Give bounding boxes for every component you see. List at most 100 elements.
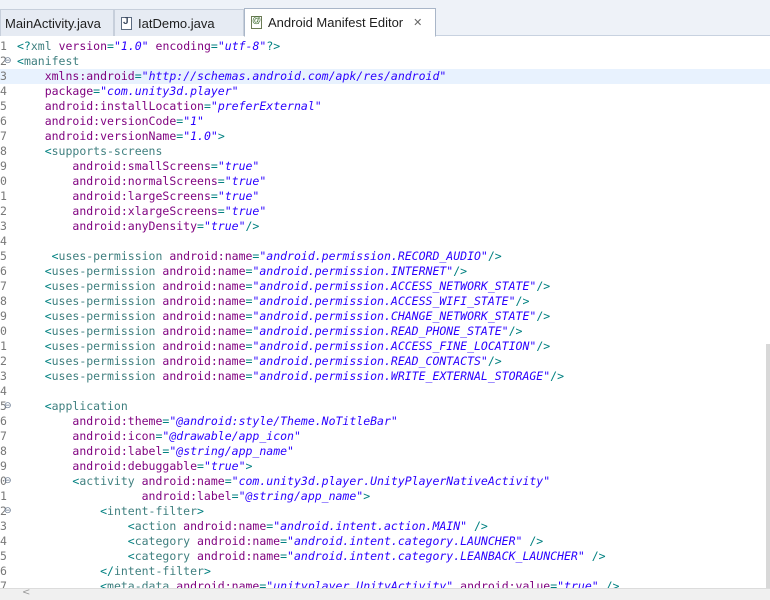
code-token-attr: android:name bbox=[162, 279, 246, 293]
code-line[interactable]: 0 ⊖ <activity android:name="com.unity3d.p… bbox=[0, 474, 770, 489]
code-line[interactable]: 3 <action android:name="android.intent.a… bbox=[0, 519, 770, 534]
code-text: <uses-permission android:name="android.p… bbox=[17, 294, 530, 309]
code-token-val: "com.unity3d.player.UnityPlayerNativeAct… bbox=[231, 474, 551, 488]
code-text: <uses-permission android:name="android.p… bbox=[17, 279, 550, 294]
code-line[interactable]: 1 android:label="@string/app_name"> bbox=[0, 489, 770, 504]
code-token-punct: = bbox=[197, 459, 204, 473]
code-line[interactable]: 8 <supports-screens bbox=[0, 144, 770, 159]
code-line[interactable]: 0 android:normalScreens="true" bbox=[0, 174, 770, 189]
code-line[interactable]: 9 <uses-permission android:name="android… bbox=[0, 309, 770, 324]
code-text: <uses-permission android:name="android.p… bbox=[17, 324, 523, 339]
code-token-tag: uses-permission bbox=[51, 369, 163, 383]
code-text: <uses-permission android:name="android.p… bbox=[17, 309, 550, 324]
horizontal-scrollbar[interactable]: < bbox=[0, 587, 770, 600]
code-token-punct: < bbox=[17, 504, 108, 518]
code-line[interactable]: 6 android:theme="@android:style/Theme.No… bbox=[0, 414, 770, 429]
close-tab-icon[interactable]: ✕ bbox=[413, 16, 422, 29]
code-line[interactable]: 5 <uses-permission android:name="android… bbox=[0, 249, 770, 264]
fold-toggle-icon[interactable]: ⊖ bbox=[4, 399, 12, 414]
code-token-tag: uses-permission bbox=[51, 264, 163, 278]
code-line[interactable]: 5 android:installLocation="preferExterna… bbox=[0, 99, 770, 114]
tab-label: Android Manifest Editor bbox=[268, 15, 404, 30]
code-text: android:label="@string/app_name" bbox=[17, 444, 294, 459]
code-line[interactable]: 7 android:icon="@drawable/app_icon" bbox=[0, 429, 770, 444]
code-token-tag: category bbox=[134, 549, 198, 563]
tab-android-manifest-editor[interactable]: Android Manifest Editor ✕ bbox=[244, 8, 436, 37]
scroll-left-icon[interactable]: < bbox=[22, 587, 30, 598]
code-line[interactable]: 7 <uses-permission android:name="android… bbox=[0, 279, 770, 294]
code-token-attr: android:label bbox=[72, 444, 163, 458]
code-line[interactable]: 8 <uses-permission android:name="android… bbox=[0, 294, 770, 309]
code-token-punct: < bbox=[17, 354, 52, 368]
code-line[interactable]: 6 </intent-filter> bbox=[0, 564, 770, 579]
code-token-punct bbox=[17, 414, 72, 428]
code-text: <uses-permission android:name="android.p… bbox=[17, 249, 502, 264]
tab-mainactivity-java[interactable]: MainActivity.java bbox=[0, 9, 114, 36]
code-text: android:icon="@drawable/app_icon" bbox=[17, 429, 301, 444]
code-token-punct: = bbox=[197, 219, 204, 233]
line-number: 0 bbox=[0, 324, 7, 338]
line-number: 8 bbox=[0, 144, 7, 158]
code-token-val: "@string/app_name" bbox=[169, 444, 294, 458]
code-line[interactable]: 7 android:versionName="1.0"> bbox=[0, 129, 770, 144]
code-line[interactable]: 1 <uses-permission android:name="android… bbox=[0, 339, 770, 354]
code-line[interactable]: 6 android:versionCode="1" bbox=[0, 114, 770, 129]
code-text: <uses-permission android:name="android.p… bbox=[17, 339, 550, 354]
code-text: <supports-screens bbox=[17, 144, 163, 159]
code-line[interactable]: 9 android:debuggable="true"> bbox=[0, 459, 770, 474]
code-line[interactable]: 0 <uses-permission android:name="android… bbox=[0, 324, 770, 339]
code-token-attr: android:xlargeScreens bbox=[72, 204, 218, 218]
code-token-punct: < bbox=[17, 279, 52, 293]
code-line[interactable]: 3 android:anyDensity="true"/> bbox=[0, 219, 770, 234]
code-token-punct: /> bbox=[536, 279, 551, 293]
code-line[interactable]: 4 package="com.unity3d.player" bbox=[0, 84, 770, 99]
code-text: android:theme="@android:style/Theme.NoTi… bbox=[17, 414, 398, 429]
code-line[interactable]: 5 <category android:name="android.intent… bbox=[0, 549, 770, 564]
code-token-val: "@android:style/Theme.NoTitleBar" bbox=[169, 414, 398, 428]
line-number: 8 bbox=[0, 444, 7, 458]
code-line[interactable]: 2 android:xlargeScreens="true" bbox=[0, 204, 770, 219]
code-line[interactable]: 2 ⊖ <manifest bbox=[0, 54, 770, 69]
code-line[interactable]: 1 android:largeScreens="true" bbox=[0, 189, 770, 204]
code-line[interactable]: 4 <category android:name="android.intent… bbox=[0, 534, 770, 549]
line-number: 1 bbox=[0, 339, 7, 353]
code-token-attr: android:versionCode bbox=[44, 114, 177, 128]
code-token-punct: > bbox=[203, 564, 211, 578]
code-token-punct: /> bbox=[508, 324, 523, 338]
code-text: android:debuggable="true"> bbox=[17, 459, 252, 474]
code-token-punct bbox=[17, 444, 72, 458]
code-editor[interactable]: 1 <?xml version="1.0" encoding="utf-8"?> 2… bbox=[0, 36, 770, 588]
code-line[interactable]: 4 bbox=[0, 384, 770, 399]
code-token-tag: intent-filter bbox=[113, 564, 204, 578]
code-token-attr: android:name bbox=[197, 549, 281, 563]
code-token-punct: /> bbox=[584, 549, 606, 563]
code-token-tag: application bbox=[51, 399, 128, 413]
code-text: <action android:name="android.intent.act… bbox=[17, 519, 488, 534]
line-number: 3 bbox=[0, 69, 7, 83]
code-line[interactable]: 2 <uses-permission android:name="android… bbox=[0, 354, 770, 369]
code-token-punct: < bbox=[17, 474, 80, 488]
code-line[interactable]: 3 <uses-permission android:name="android… bbox=[0, 369, 770, 384]
code-token-attr: android:anyDensity bbox=[72, 219, 198, 233]
code-line[interactable]: 2 ⊖ <intent-filter> bbox=[0, 504, 770, 519]
fold-toggle-icon[interactable]: ⊖ bbox=[4, 504, 12, 519]
code-token-punct: ?> bbox=[266, 39, 281, 53]
code-line[interactable]: 9 android:smallScreens="true" bbox=[0, 159, 770, 174]
tab-iatdemo-java[interactable]: IatDemo.java bbox=[114, 9, 244, 36]
line-number: 4 bbox=[0, 84, 7, 98]
line-number: 5 bbox=[0, 99, 7, 113]
fold-toggle-icon[interactable]: ⊖ bbox=[4, 54, 12, 69]
code-line[interactable]: 5 ⊖ <application bbox=[0, 399, 770, 414]
code-token-punct: /> bbox=[487, 249, 502, 263]
code-line[interactable]: 3 xmlns:android="http://schemas.android.… bbox=[0, 69, 770, 84]
fold-toggle-icon[interactable]: ⊖ bbox=[4, 474, 12, 489]
line-number: 3 bbox=[0, 219, 7, 233]
vertical-scrollbar-thumb[interactable] bbox=[766, 344, 770, 588]
code-line[interactable]: 7 <meta-data android:name="unityplayer.U… bbox=[0, 579, 770, 588]
code-line[interactable]: 8 android:label="@string/app_name" bbox=[0, 444, 770, 459]
code-token-tag: action bbox=[134, 519, 184, 533]
code-line[interactable]: 6 <uses-permission android:name="android… bbox=[0, 264, 770, 279]
code-line[interactable]: 4 bbox=[0, 234, 770, 249]
code-token-punct: < bbox=[17, 339, 52, 353]
code-line[interactable]: 1 <?xml version="1.0" encoding="utf-8"?> bbox=[0, 39, 770, 54]
